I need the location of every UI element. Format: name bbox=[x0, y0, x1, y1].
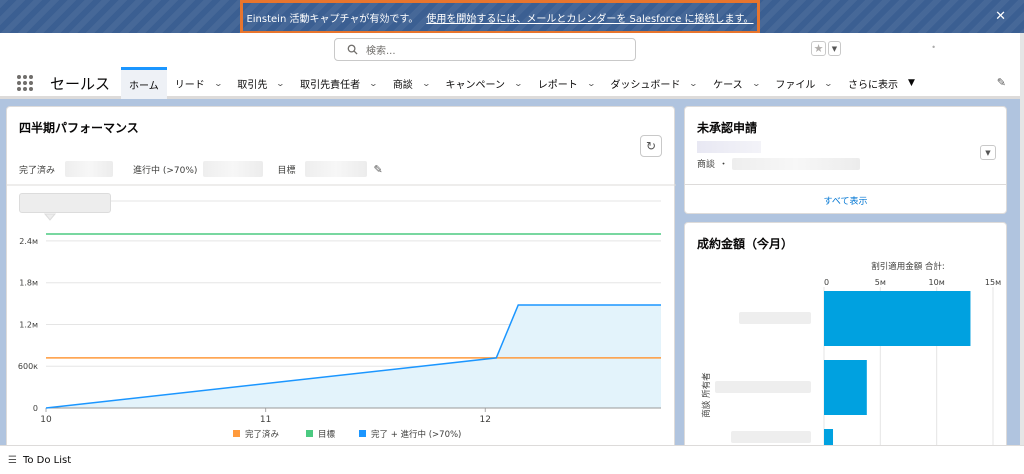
nav-tab-label: ケース bbox=[713, 79, 743, 91]
bar bbox=[824, 360, 867, 415]
item-menu-dropdown-icon[interactable]: ▼ bbox=[980, 145, 996, 160]
chevron-down-icon[interactable]: ⌄ bbox=[369, 79, 378, 88]
chevron-down-icon[interactable]: ⌄ bbox=[689, 79, 698, 88]
chevron-down-icon[interactable]: ⌄ bbox=[421, 79, 430, 88]
y-axis-title: 商談 所有者 bbox=[701, 372, 712, 418]
favorites-dropdown-icon[interactable]: ▼ bbox=[828, 41, 841, 56]
app-launcher-icon[interactable] bbox=[17, 75, 33, 91]
x-tick-label: 10 bbox=[40, 415, 52, 425]
x-tick-label: 15м bbox=[985, 278, 1001, 287]
nav-tab-label: キャンペーン bbox=[445, 79, 506, 91]
x-tick-label: 12 bbox=[480, 415, 491, 425]
closed-amount-chart: 割引適用金額 合計: 0 5м 10м 15м 商談 所有者 bbox=[701, 261, 1001, 450]
quarterly-performance-card: 四半期パフォーマンス 完了済み 進行中 (>70%) 目標 ✎ ↻ 0 600к 1… bbox=[6, 106, 676, 451]
pending-approvals-card: 未承認申請 商談 ・ ▼ すべて表示 bbox=[684, 106, 1007, 214]
app-nav-bar: セールス ホーム リード ⌄ 取引先 ⌄ 取引先責任者 ⌄ 商談 ⌄ キャンペーン ⌄ レポート ⌄ ダッ… bbox=[0, 67, 1024, 99]
tooltip-pointer bbox=[43, 213, 57, 221]
x-tick-label: 10м bbox=[929, 278, 945, 287]
caret-down-icon: ▼ bbox=[908, 78, 915, 88]
nav-tab-label: ファイル bbox=[775, 79, 816, 91]
nav-more-label: さらに表示 bbox=[848, 79, 899, 91]
nav-tab[interactable]: ケース ⌄ bbox=[705, 67, 767, 99]
nav-tab[interactable]: 取引先責任者 ⌄ bbox=[292, 67, 385, 99]
search-placeholder: 検索... bbox=[366, 46, 396, 57]
chevron-down-icon[interactable]: ⌄ bbox=[586, 79, 595, 88]
legend-swatch bbox=[359, 430, 366, 437]
todo-list-label[interactable]: To Do List bbox=[23, 455, 71, 466]
y-tick-label: 1.2м bbox=[19, 320, 38, 329]
y-tick-label: 1.8м bbox=[19, 279, 38, 288]
legend-swatch bbox=[233, 430, 240, 437]
chevron-down-icon[interactable]: ⌄ bbox=[213, 79, 222, 88]
app-name: セールス bbox=[50, 75, 111, 93]
bar bbox=[824, 291, 971, 346]
owner-name-redacted bbox=[715, 381, 811, 393]
chart-tooltip bbox=[19, 193, 111, 213]
series-area-fill bbox=[46, 304, 661, 408]
chevron-down-icon[interactable]: ⌄ bbox=[514, 79, 523, 88]
y-tick-label: 0 bbox=[33, 404, 38, 413]
star-icon[interactable]: ★ bbox=[811, 41, 826, 56]
legend-label: 完了済み bbox=[245, 429, 280, 440]
y-tick-label: 600к bbox=[18, 362, 38, 371]
chevron-down-icon[interactable]: ⌄ bbox=[751, 79, 760, 88]
owner-name-redacted bbox=[739, 312, 811, 324]
header-dot: • bbox=[931, 43, 936, 52]
notification-banner: Einstein 活動キャプチャが有効です。 使用を開始するには、メールとカレン… bbox=[0, 0, 1024, 34]
y-tick-label: 2.4м bbox=[19, 237, 38, 246]
nav-tab-label: ホーム bbox=[129, 81, 159, 92]
card-title: 未承認申請 bbox=[697, 121, 758, 135]
page-scrollbar[interactable] bbox=[1020, 33, 1024, 445]
x-axis-title: 割引適用金額 合計: bbox=[871, 261, 945, 272]
nav-tab-label: 取引先 bbox=[237, 79, 268, 91]
chevron-down-icon[interactable]: ⌄ bbox=[276, 79, 285, 88]
banner-message-box: Einstein 活動キャプチャが有効です。 使用を開始するには、メールとカレン… bbox=[240, 0, 760, 34]
bar bbox=[824, 429, 834, 445]
nav-tab[interactable]: リード ⌄ bbox=[167, 67, 230, 99]
closed-amount-card: 成約金額（今月） 割引適用金額 合計: 0 5м 10м 15м 商談 所有者 bbox=[684, 222, 1007, 451]
nav-tab-label: レポート bbox=[537, 79, 578, 91]
divider bbox=[685, 184, 1006, 185]
nav-tab[interactable]: 商談 ⌄ bbox=[385, 67, 438, 99]
nav-more-menu[interactable]: さらに表示 ▼ bbox=[840, 67, 923, 99]
nav-tab[interactable]: ダッシュボード ⌄ bbox=[602, 67, 705, 99]
chevron-down-icon[interactable]: ⌄ bbox=[824, 79, 833, 88]
nav-tab[interactable]: ファイル ⌄ bbox=[767, 67, 840, 99]
x-tick-label: 11 bbox=[260, 415, 271, 425]
nav-tab[interactable]: キャンペーン ⌄ bbox=[438, 67, 530, 99]
nav-tab-label: リード bbox=[174, 79, 205, 91]
approval-item-meta: 商談 ・ bbox=[697, 157, 861, 170]
x-tick-label: 0 bbox=[824, 278, 829, 287]
global-header: 検索... ★ ▼ • bbox=[0, 33, 1024, 67]
owner-name-redacted bbox=[731, 431, 811, 443]
nav-tab[interactable]: 取引先 ⌄ bbox=[229, 67, 292, 99]
nav-tab-label: ダッシュボード bbox=[610, 79, 681, 91]
edit-nav-pencil-icon[interactable]: ✎ bbox=[997, 76, 1006, 89]
nav-tab[interactable]: ホーム bbox=[121, 67, 167, 99]
nav-tab-label: 取引先責任者 bbox=[300, 79, 361, 91]
approval-item-redacted[interactable] bbox=[697, 141, 761, 153]
favorites-group: ★ ▼ bbox=[811, 41, 841, 56]
opportunity-label: 商談 bbox=[697, 160, 716, 170]
approval-detail-redacted bbox=[732, 157, 861, 170]
close-icon[interactable]: ✕ bbox=[995, 9, 1006, 24]
banner-text: Einstein 活動キャプチャが有効です。 bbox=[246, 13, 419, 25]
x-tick-label: 5м bbox=[875, 278, 886, 287]
view-all-link[interactable]: すべて表示 bbox=[685, 194, 1006, 207]
nav-tab[interactable]: レポート ⌄ bbox=[530, 67, 603, 99]
todo-list-icon: ☰ bbox=[8, 454, 17, 466]
search-icon bbox=[347, 44, 358, 55]
legend-label: 目標 bbox=[318, 429, 336, 440]
nav-tab-label: 商談 bbox=[392, 79, 413, 91]
legend-label: 完了 + 進行中 (>70%) bbox=[371, 429, 461, 440]
performance-chart: 0 600к 1.2м 1.8м 2.4м 10 11 12 完了済み 目標 完了 + 進行中 (>… bbox=[7, 184, 676, 440]
utility-bar: ☰ To Do List bbox=[0, 445, 1024, 474]
nav-tabs: ホーム リード ⌄ 取引先 ⌄ 取引先責任者 ⌄ 商談 ⌄ キャンペーン ⌄ レポート ⌄ ダッシュボード… bbox=[121, 67, 923, 99]
search-input[interactable]: 検索... bbox=[334, 38, 636, 61]
legend-swatch bbox=[306, 430, 313, 437]
banner-connect-link[interactable]: 使用を開始するには、メールとカレンダーを Salesforce に接続します。 bbox=[426, 10, 753, 25]
